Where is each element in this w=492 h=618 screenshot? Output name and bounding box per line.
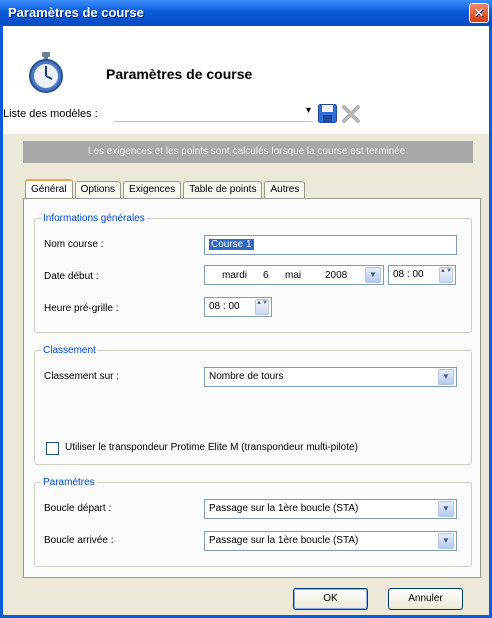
transponder-checkbox[interactable] [46,442,59,455]
calendar-dropdown-icon[interactable]: ▼ [365,267,381,283]
general-info-title: Informations générales [43,213,145,224]
parameters-title: Paramètres [43,477,95,488]
start-date-picker[interactable]: mardi 6 mai 2008 ▼ [204,265,384,285]
tab-others[interactable]: Autres [264,181,306,199]
tab-points-table[interactable]: Table de points [183,181,263,199]
finish-loop-value: Passage sur la 1ère boucle (STA) [209,535,359,546]
race-name-label: Nom course : [44,239,104,250]
chevron-down-icon[interactable]: ▼ [438,501,454,517]
tab-requirements[interactable]: Exigences [123,181,182,199]
spin-arrows-icon[interactable]: ▲▼ [439,267,453,283]
chevron-down-icon[interactable]: ▼ [438,533,454,549]
start-loop-label: Boucle départ : [44,503,112,514]
ranking-on-dropdown[interactable]: Nombre de tours ▼ [204,367,457,387]
finish-loop-dropdown[interactable]: Passage sur la 1ère boucle (STA) ▼ [204,531,457,551]
start-date-year: 2008 [325,270,348,281]
finish-loop-label: Boucle arrivée : [44,535,114,546]
close-button[interactable]: ✕ [469,3,489,23]
race-parameters-dialog: Paramètres de course ✕ Paramètres de cou… [0,0,492,618]
pregrid-time-input[interactable]: 08 : 00 ▲▼ [204,297,272,317]
start-date-day: mardi [222,270,248,281]
cancel-button[interactable]: Annuler [388,588,463,610]
ranking-on-value: Nombre de tours [209,371,284,382]
models-label: Liste des modèles : [3,108,98,120]
pregrid-time-value: 08 : 00 [209,301,240,312]
info-banner: Les exigences et les points sont calculé… [23,141,473,163]
transponder-label[interactable]: Utiliser le transpondeur Protime Elite M… [65,442,358,453]
save-icon[interactable] [318,104,337,123]
ok-button[interactable]: OK [293,588,368,610]
start-time-value: 08 : 00 [393,269,424,280]
start-date-month: mai [285,270,302,281]
tab-strip: Général Options Exigences Table de point… [25,179,307,199]
chevron-down-icon[interactable]: ▼ [438,369,454,385]
dialog-header: Paramètres de course Liste des modèles :… [3,26,489,134]
start-date-label: Date début : [44,271,99,282]
ranking-on-label: Classement sur : [44,371,120,382]
start-date-date: 6 [263,270,269,281]
ranking-title: Classement [43,345,96,356]
start-time-input[interactable]: 08 : 00 ▲▼ [388,265,456,285]
delete-icon[interactable] [341,104,361,124]
stopwatch-icon [29,52,63,93]
title-bar[interactable]: Paramètres de course ✕ [0,0,492,26]
start-loop-value: Passage sur la 1ère boucle (STA) [209,503,359,514]
race-name-input[interactable]: Course 1 [204,235,457,255]
parameters-group: Paramètres [34,477,472,567]
general-tab-panel: Informations générales Nom course : Cour… [23,198,481,578]
models-dropdown[interactable]: ▾ [113,104,313,122]
start-loop-dropdown[interactable]: Passage sur la 1ère boucle (STA) ▼ [204,499,457,519]
chevron-down-icon: ▾ [305,105,311,116]
pregrid-time-label: Heure pré-grille : [44,303,119,314]
spin-arrows-icon[interactable]: ▲▼ [255,299,269,315]
window-title: Paramètres de course [8,5,144,20]
race-name-value: Course 1 [209,239,254,250]
tab-general[interactable]: Général [25,179,73,199]
header-title: Paramètres de course [106,66,253,82]
tab-options[interactable]: Options [74,181,122,199]
